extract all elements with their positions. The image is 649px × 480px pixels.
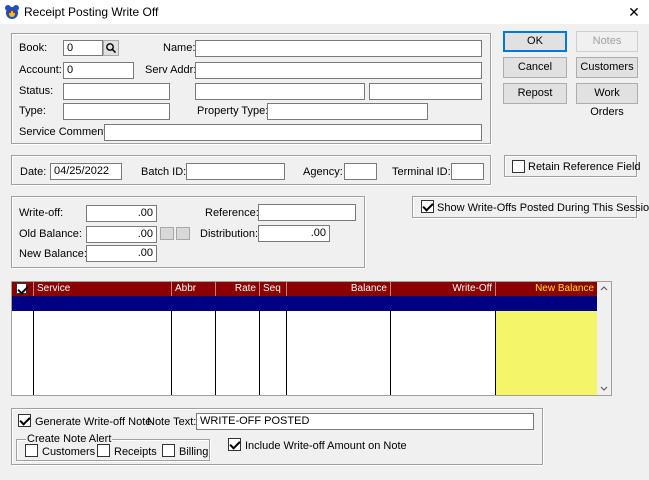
book-field[interactable]: 0: [63, 40, 103, 56]
show-writeoffs-checkbox[interactable]: [421, 200, 434, 213]
serv-addr-label: Serv Addr:: [145, 64, 197, 76]
old-balance-label: Old Balance:: [19, 228, 82, 240]
alert-billing-label: Billing: [179, 446, 209, 458]
col-rate[interactable]: Rate: [216, 282, 260, 296]
title-bar: Receipt Posting Write Off ✕: [0, 0, 649, 24]
cancel-button[interactable]: Cancel: [503, 57, 567, 78]
date-label: Date:: [20, 166, 47, 178]
grid-col-line: [172, 311, 216, 395]
grid-col-line: [287, 311, 391, 395]
status-field-3[interactable]: [369, 83, 482, 100]
grid-col-line: [12, 311, 34, 395]
select-all-checkbox[interactable]: [16, 283, 27, 294]
retain-reference-label: Retain Reference Field: [528, 161, 641, 173]
repost-button[interactable]: Repost: [503, 83, 567, 104]
app-icon: [5, 5, 19, 19]
property-type-field[interactable]: [267, 103, 428, 120]
work-orders-button[interactable]: Work Orders: [576, 83, 638, 118]
date-field[interactable]: 04/25/2022: [50, 163, 122, 180]
terminal-id-field[interactable]: [451, 163, 484, 180]
alert-billing-checkbox[interactable]: [162, 444, 175, 457]
alert-receipts-checkbox[interactable]: [97, 444, 110, 457]
selected-row[interactable]: [12, 296, 598, 311]
new-balance-column: [496, 311, 598, 395]
distribution-field[interactable]: .00: [258, 225, 330, 242]
note-text-label: Note Text:: [147, 416, 197, 428]
calculator-icon[interactable]: [160, 227, 174, 240]
col-writeoff[interactable]: Write-Off: [391, 282, 496, 296]
book-label: Book:: [19, 42, 48, 54]
grid-col-line: [216, 311, 260, 395]
name-label: Name:: [163, 42, 196, 54]
grid-col-line: [391, 311, 496, 395]
alert-customers-label: Customers: [42, 446, 96, 458]
new-balance-label: New Balance:: [19, 248, 87, 260]
grid-col-line: [34, 311, 172, 395]
writeoff-field[interactable]: .00: [86, 205, 157, 222]
terminal-id-label: Terminal ID:: [392, 166, 451, 178]
ok-button[interactable]: OK: [503, 31, 567, 52]
account-field[interactable]: 0: [63, 62, 134, 79]
type-field[interactable]: [63, 103, 170, 120]
include-amount-checkbox[interactable]: [228, 438, 241, 451]
reference-field[interactable]: [258, 204, 356, 221]
agency-field[interactable]: [344, 163, 377, 180]
book-search-button[interactable]: [103, 40, 119, 56]
col-balance[interactable]: Balance: [287, 282, 391, 296]
agency-label: Agency:: [303, 166, 343, 178]
alert-receipts-label: Receipts: [114, 446, 157, 458]
name-field[interactable]: [195, 40, 482, 57]
col-new-balance[interactable]: New Balance: [496, 282, 598, 296]
retain-reference-checkbox[interactable]: [512, 160, 525, 173]
service-comment-label: Service Comment:: [19, 126, 110, 138]
note-text-field[interactable]: WRITE-OFF POSTED: [196, 413, 534, 430]
serv-addr-field[interactable]: [195, 62, 482, 79]
grid-col-line: [260, 311, 287, 395]
include-amount-label: Include Write-off Amount on Note: [245, 440, 407, 452]
new-balance-field[interactable]: .00: [86, 245, 157, 262]
grid-select-all-cell[interactable]: [12, 282, 34, 296]
col-service[interactable]: Service: [34, 282, 172, 296]
window-title: Receipt Posting Write Off: [24, 5, 159, 19]
batch-id-field[interactable]: [186, 163, 285, 180]
writeoff-label: Write-off:: [19, 207, 64, 219]
scroll-up-icon[interactable]: [597, 282, 611, 296]
notes-button[interactable]: Notes: [576, 31, 638, 52]
status-field-2[interactable]: [195, 83, 365, 100]
close-icon[interactable]: ✕: [624, 2, 644, 22]
customers-button[interactable]: Customers: [576, 57, 638, 78]
grid-scrollbar[interactable]: [597, 282, 611, 395]
type-label: Type:: [19, 105, 46, 117]
status-label: Status:: [19, 85, 54, 97]
batch-id-label: Batch ID:: [141, 166, 187, 178]
services-grid[interactable]: Service Abbr Rate Seq Balance Write-Off …: [11, 281, 612, 396]
distribution-label: Distribution:: [200, 228, 259, 240]
account-label: Account:: [19, 64, 62, 76]
scroll-down-icon[interactable]: [597, 381, 611, 395]
col-seq[interactable]: Seq: [260, 282, 287, 296]
status-field[interactable]: [63, 83, 170, 100]
generate-note-checkbox[interactable]: [18, 414, 31, 427]
show-writeoffs-label: Show Write-Offs Posted During This Sessi…: [437, 202, 649, 214]
alert-customers-checkbox[interactable]: [25, 444, 38, 457]
search-icon: [106, 43, 117, 54]
reference-label: Reference:: [205, 207, 259, 219]
property-type-label: Property Type:: [197, 105, 269, 117]
col-abbr[interactable]: Abbr: [172, 282, 216, 296]
generate-note-label: Generate Write-off Note: [35, 416, 152, 428]
service-comment-field[interactable]: [104, 124, 482, 141]
grid-header: Service Abbr Rate Seq Balance Write-Off …: [12, 282, 598, 296]
list-icon[interactable]: [176, 227, 190, 240]
old-balance-field[interactable]: .00: [86, 226, 157, 243]
